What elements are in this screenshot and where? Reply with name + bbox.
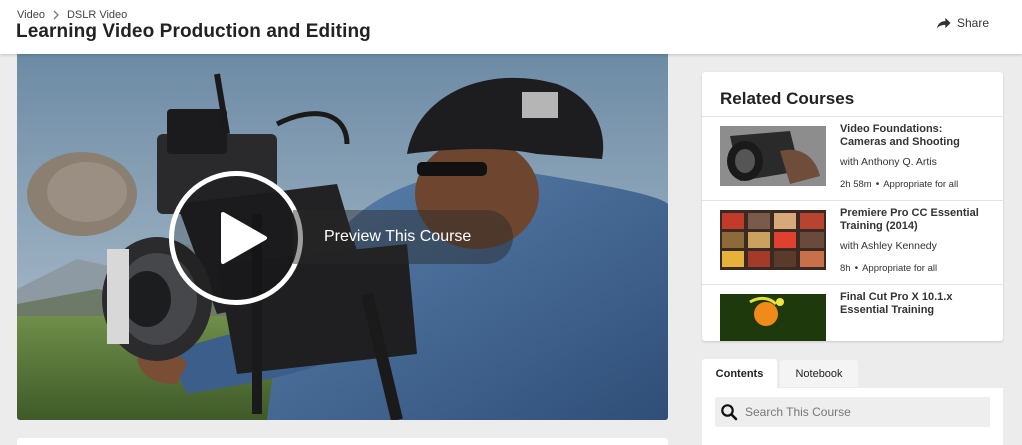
related-courses-panel: Related Courses Video Foundations: Camer… xyxy=(702,72,1003,341)
related-course-item[interactable]: Video Foundations: Cameras and Shooting … xyxy=(702,117,1003,201)
course-level: Appropriate for all xyxy=(862,263,938,274)
course-thumbnail xyxy=(720,126,826,186)
breadcrumb-item-video[interactable]: Video xyxy=(17,9,45,21)
contents-panel xyxy=(702,388,1003,445)
preview-course-label[interactable]: Preview This Course xyxy=(293,210,513,264)
breadcrumb: Video DSLR Video xyxy=(17,9,127,21)
course-thumbnail xyxy=(720,294,826,341)
course-author: with Ashley Kennedy xyxy=(840,240,937,252)
share-label: Share xyxy=(956,16,989,30)
course-title: Final Cut Pro X 10.1.x Essential Trainin… xyxy=(840,291,953,316)
course-meta: 8h • Appropriate for all xyxy=(840,263,937,274)
play-icon xyxy=(221,212,267,264)
course-meta: 2h 58m • Appropriate for all xyxy=(840,179,958,190)
share-button[interactable]: Share xyxy=(936,16,989,30)
related-courses-title: Related Courses xyxy=(720,89,855,108)
breadcrumb-item-dslr-video[interactable]: DSLR Video xyxy=(67,9,127,21)
related-course-item[interactable]: Premiere Pro CC Essential Training (2014… xyxy=(702,201,1003,285)
related-course-item[interactable]: Final Cut Pro X 10.1.x Essential Trainin… xyxy=(702,285,1003,341)
chevron-right-icon xyxy=(52,10,60,20)
course-duration: 8h xyxy=(840,263,851,274)
course-title: Video Foundations: Cameras and Shooting xyxy=(840,123,960,148)
course-duration: 2h 58m xyxy=(840,179,872,190)
search-icon xyxy=(721,404,738,421)
separator-dot: • xyxy=(854,263,859,274)
tab-notebook[interactable]: Notebook xyxy=(780,360,858,387)
page-header: Video DSLR Video Learning Video Producti… xyxy=(0,0,1022,54)
course-level: Appropriate for all xyxy=(883,179,959,190)
course-thumbnail xyxy=(720,210,826,270)
separator-dot: • xyxy=(875,179,880,190)
course-info-panel xyxy=(17,438,668,445)
tab-contents[interactable]: Contents xyxy=(702,359,777,389)
share-icon xyxy=(936,17,951,29)
search-input[interactable] xyxy=(745,405,975,419)
search-box[interactable] xyxy=(715,397,990,427)
page-title: Learning Video Production and Editing xyxy=(16,21,371,42)
play-button[interactable] xyxy=(169,171,303,305)
video-player[interactable]: Preview This Course xyxy=(17,54,668,420)
course-title: Premiere Pro CC Essential Training (2014… xyxy=(840,207,979,232)
course-author: with Anthony Q. Artis xyxy=(840,156,937,168)
